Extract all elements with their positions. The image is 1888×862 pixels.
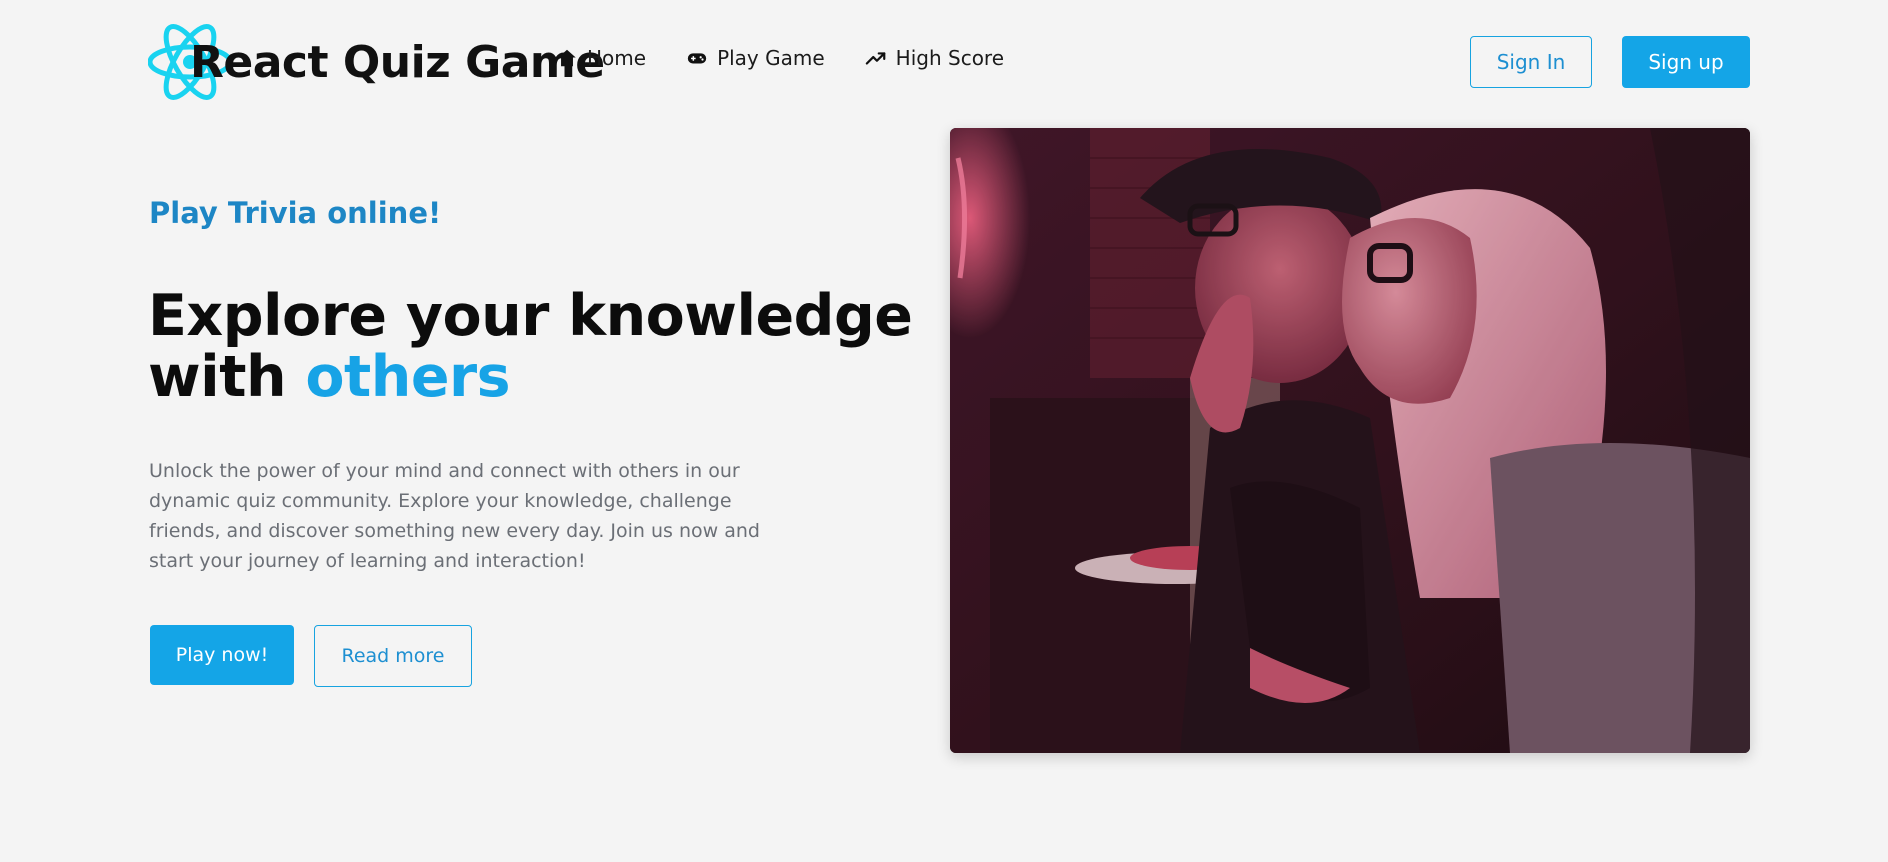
play-now-button[interactable]: Play now! [150,625,294,685]
nav-item-high-score[interactable]: High Score [865,46,1004,70]
headline-line-2-prefix: with [148,344,306,410]
gamepad-icon [687,53,707,64]
nav-label-home: Home [587,46,647,70]
main-nav: Home Play Game High Score [556,46,1004,70]
headline-line-1: Explore your knowledge [148,283,913,349]
hero-tagline: Play Trivia online! [149,196,442,230]
trending-up-icon [865,52,886,65]
app-title: React Quiz Game [190,36,605,88]
nav-item-home[interactable]: Home [556,46,646,70]
app-logo[interactable]: React Quiz Game [148,16,605,108]
hero-photo [950,128,1750,753]
hero-description: Unlock the power of your mind and connec… [149,460,760,572]
hero-headline: Explore your knowledge with others [148,283,913,410]
sign-up-button[interactable]: Sign up [1622,36,1750,88]
nav-item-play-game[interactable]: Play Game [686,46,825,70]
hero-photo-illustration [950,128,1750,753]
sign-in-button[interactable]: Sign In [1470,36,1592,88]
nav-label-high-score: High Score [895,46,1005,70]
nav-label-play-game: Play Game [717,46,825,70]
home-icon [558,49,576,67]
headline-accent: others [305,344,511,410]
read-more-button[interactable]: Read more [314,625,472,687]
